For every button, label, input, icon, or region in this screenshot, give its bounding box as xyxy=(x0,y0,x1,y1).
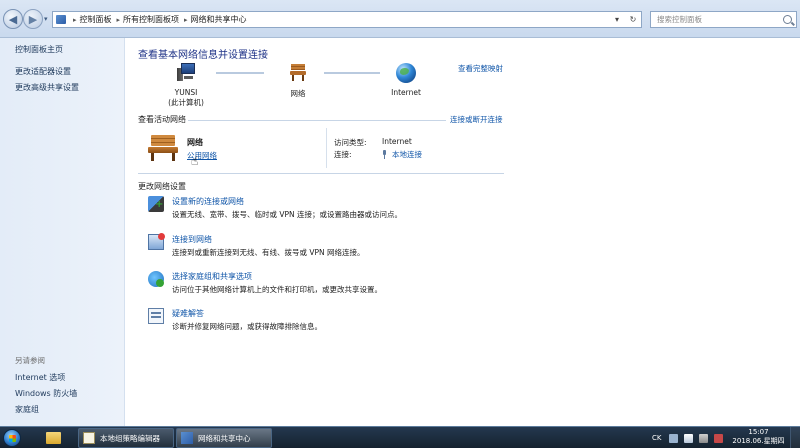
chevron-right-icon[interactable]: ▸ xyxy=(117,16,121,24)
connect-network-icon xyxy=(148,233,165,250)
access-type-label: 访问类型: xyxy=(334,138,367,147)
task-description: 连接到或重新连接到无线、有线、拨号或 VPN 网络连接。 xyxy=(172,248,365,257)
show-desktop-button[interactable] xyxy=(790,427,800,448)
task-troubleshoot: 疑难解答 诊断并修复网络问题，或获得故障排除信息。 xyxy=(148,308,508,336)
control-panel-icon xyxy=(181,432,193,444)
globe-icon xyxy=(395,62,417,84)
windows-firewall-link[interactable]: Windows 防火墙 xyxy=(15,388,77,399)
clock[interactable]: 15:07 2018.06.星期四 xyxy=(731,428,786,446)
ethernet-plug-icon xyxy=(382,150,387,159)
change-settings-header: 更改网络设置 xyxy=(138,182,186,191)
task-connect-network: 连接到网络 连接到或重新连接到无线、有线、拨号或 VPN 网络连接。 xyxy=(148,233,508,262)
new-connection-icon xyxy=(148,196,164,212)
network-label: 网络 xyxy=(290,89,306,98)
control-panel-icon xyxy=(55,14,67,25)
explorer-folder-icon[interactable] xyxy=(38,428,68,448)
computer-name: YUNSI xyxy=(174,88,198,97)
divider xyxy=(138,173,504,174)
search-input[interactable] xyxy=(657,15,777,24)
hand-cursor-icon xyxy=(191,154,201,169)
vertical-divider xyxy=(326,128,327,168)
start-button[interactable] xyxy=(3,429,21,447)
connections-label: 连接: xyxy=(334,150,352,159)
taskbar-item-network-center[interactable]: 网络和共享中心 xyxy=(176,428,272,448)
connect-to-network-link[interactable]: 连接到网络 xyxy=(172,234,212,245)
clock-time: 15:07 xyxy=(748,428,769,436)
internet-label: Internet xyxy=(391,88,421,97)
see-full-map-link[interactable]: 查看完整映射 xyxy=(458,63,503,74)
refresh-icon[interactable]: ↻ xyxy=(625,15,641,24)
task-description: 访问位于其他网络计算机上的文件和打印机，或更改共享设置。 xyxy=(172,285,382,294)
notepad-icon xyxy=(83,432,95,444)
control-panel-home-link[interactable]: 控制面板主页 xyxy=(15,44,63,55)
breadcrumb-item-network-center[interactable]: 网络和共享中心 xyxy=(191,14,247,25)
forward-arrow-icon: ▶ xyxy=(28,12,38,26)
bench-network-icon xyxy=(287,62,309,84)
taskbar-item-group-policy[interactable]: 本地组策略编辑器 xyxy=(78,428,174,448)
task-new-connection: 设置新的连接或网络 设置无线、宽带、拨号、临时或 VPN 连接；或设置路由器或访… xyxy=(148,196,508,224)
network-name: 网络 xyxy=(187,138,203,147)
troubleshoot-link[interactable]: 疑难解答 xyxy=(172,308,204,319)
see-also-header: 另请参阅 xyxy=(15,356,45,365)
homegroup-sharing-link[interactable]: 选择家庭组和共享选项 xyxy=(172,271,252,282)
network-tray-icon[interactable] xyxy=(699,433,709,443)
breadcrumb-item-all-items[interactable]: 所有控制面板项 xyxy=(123,14,179,25)
local-connection-label[interactable]: 本地连接 xyxy=(392,149,422,160)
public-network-bench-icon xyxy=(148,133,178,161)
change-adapter-settings-link[interactable]: 更改适配器设置 xyxy=(15,66,71,77)
computer-icon xyxy=(175,62,197,84)
main-content: 查看基本网络信息并设置连接 查看完整映射 YUNSI (此计算机) 网络 Int… xyxy=(126,38,800,426)
troubleshoot-icon xyxy=(148,308,164,324)
clock-date: 2018.06.星期四 xyxy=(732,437,785,445)
divider xyxy=(188,120,446,121)
recent-pages-dropdown[interactable]: ▾ xyxy=(44,15,48,23)
search-icon[interactable] xyxy=(783,15,792,24)
breadcrumb[interactable]: ▸ 控制面板 ▸ 所有控制面板项 ▸ 网络和共享中心 ▾ ↻ xyxy=(52,11,642,28)
search-box[interactable] xyxy=(650,11,797,28)
internet-options-link[interactable]: Internet 选项 xyxy=(15,372,65,383)
task-description: 诊断并修复网络问题，或获得故障排除信息。 xyxy=(172,322,322,331)
volume-icon[interactable] xyxy=(714,433,724,443)
active-networks-header: 查看活动网络 xyxy=(138,115,186,124)
computer-sub: (此计算机) xyxy=(168,98,204,107)
access-type-value: Internet xyxy=(382,137,412,146)
task-description: 设置无线、宽带、拨号、临时或 VPN 连接；或设置路由器或访问点。 xyxy=(172,210,403,219)
breadcrumb-item-control-panel[interactable]: 控制面板 xyxy=(80,14,112,25)
help-icon[interactable] xyxy=(669,433,679,443)
ime-indicator[interactable]: CK xyxy=(652,434,661,442)
map-internet-node[interactable]: Internet xyxy=(384,62,428,97)
map-connector-line xyxy=(324,72,380,74)
back-button[interactable]: ◀ xyxy=(3,9,23,29)
chevron-right-icon[interactable]: ▸ xyxy=(73,16,77,24)
system-tray: CK xyxy=(652,427,729,448)
address-dropdown-icon[interactable]: ▾ xyxy=(609,15,625,24)
map-connector-line xyxy=(216,72,264,74)
map-network-node[interactable]: 网络 xyxy=(279,62,317,99)
connect-disconnect-link[interactable]: 连接或断开连接 xyxy=(450,114,503,125)
homegroup-link[interactable]: 家庭组 xyxy=(15,404,39,415)
setup-new-connection-link[interactable]: 设置新的连接或网络 xyxy=(172,196,244,207)
taskbar-item-label: 本地组策略编辑器 xyxy=(100,433,160,443)
homegroup-icon xyxy=(148,271,164,287)
local-connection-link[interactable]: 本地连接 xyxy=(382,149,422,160)
change-advanced-sharing-link[interactable]: 更改高级共享设置 xyxy=(15,82,79,93)
forward-button[interactable]: ▶ xyxy=(23,9,43,29)
taskbar-item-label: 网络和共享中心 xyxy=(198,433,251,443)
task-homegroup: 选择家庭组和共享选项 访问位于其他网络计算机上的文件和打印机，或更改共享设置。 xyxy=(148,271,508,299)
page-title: 查看基本网络信息并设置连接 xyxy=(138,50,268,61)
left-pane: 控制面板主页 更改适配器设置 更改高级共享设置 另请参阅 Internet 选项… xyxy=(0,38,125,426)
map-computer-node[interactable]: YUNSI (此计算机) xyxy=(166,62,206,108)
action-center-flag-icon[interactable] xyxy=(684,433,694,443)
taskbar: 本地组策略编辑器 网络和共享中心 CK 15:07 2018.06.星期四 xyxy=(0,426,800,448)
address-bar: ◀ ▶ ▾ ▸ 控制面板 ▸ 所有控制面板项 ▸ 网络和共享中心 ▾ ↻ xyxy=(0,0,800,38)
back-arrow-icon: ◀ xyxy=(8,12,18,26)
chevron-right-icon[interactable]: ▸ xyxy=(184,16,188,24)
